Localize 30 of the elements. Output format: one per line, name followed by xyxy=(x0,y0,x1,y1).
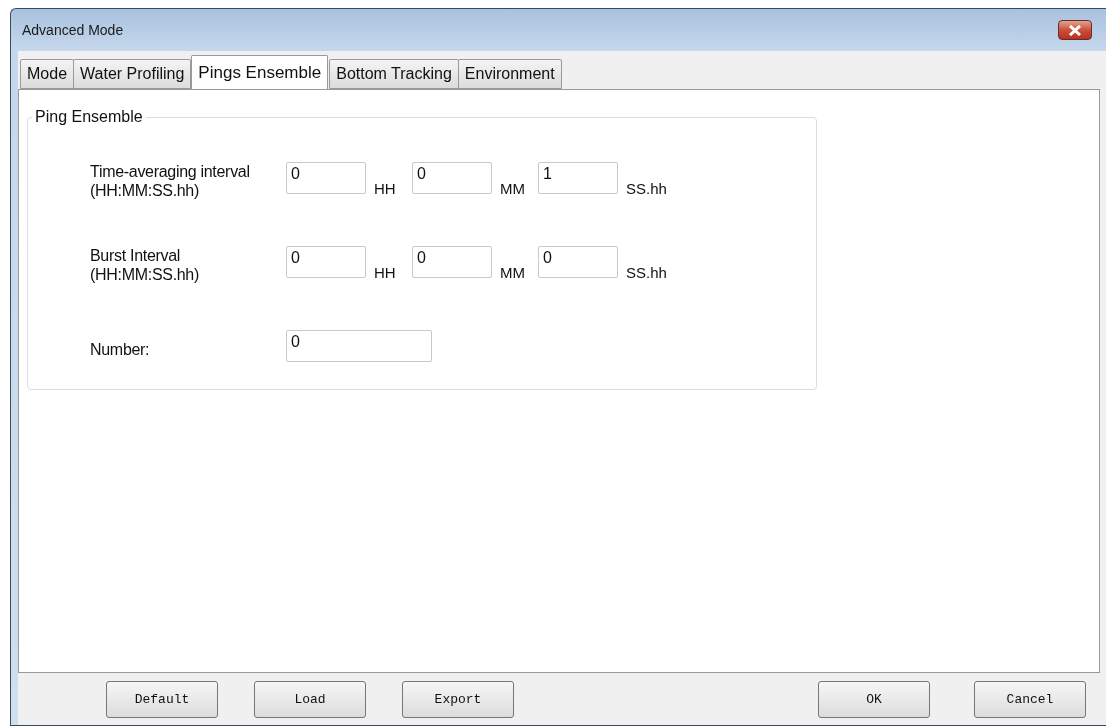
footer-button[interactable]: Cancel xyxy=(974,680,1086,718)
field-label: Time-averaging interval (HH:MM:SS.hh) xyxy=(90,162,251,200)
input-field[interactable]: 0 xyxy=(412,162,492,194)
unit-label: HH xyxy=(374,180,397,197)
window-title: Advanced Mode xyxy=(21,22,124,38)
close-button[interactable] xyxy=(1058,20,1092,40)
tab[interactable]: Bottom Tracking xyxy=(329,59,459,89)
tab[interactable]: Environment xyxy=(457,59,562,89)
footer-button[interactable]: OK xyxy=(818,680,930,718)
tab[interactable]: Mode xyxy=(20,59,75,89)
unit-label: SS.hh xyxy=(626,180,667,197)
input-field[interactable]: 1 xyxy=(538,162,618,194)
input-field[interactable]: 0 xyxy=(286,246,366,278)
unit-label: MM xyxy=(500,264,526,281)
tab[interactable]: Pings Ensemble xyxy=(191,55,329,89)
field-label: Number: xyxy=(90,340,151,359)
footer-button[interactable]: Load xyxy=(254,680,366,718)
unit-label: SS.hh xyxy=(626,264,667,281)
group-title: Ping Ensemble xyxy=(34,108,144,126)
close-icon xyxy=(1068,24,1082,36)
input-field[interactable]: 0 xyxy=(286,162,366,194)
footer-button[interactable]: Export xyxy=(402,680,514,718)
input-field[interactable]: 0 xyxy=(412,246,492,278)
unit-label: MM xyxy=(500,180,526,197)
footer-button[interactable]: Default xyxy=(106,680,218,718)
input-field[interactable]: 0 xyxy=(538,246,618,278)
tab[interactable]: Water Profiling xyxy=(73,59,192,89)
field-label: Burst Interval (HH:MM:SS.hh) xyxy=(90,246,200,284)
unit-label: HH xyxy=(374,264,397,281)
input-field[interactable]: 0 xyxy=(286,330,432,362)
